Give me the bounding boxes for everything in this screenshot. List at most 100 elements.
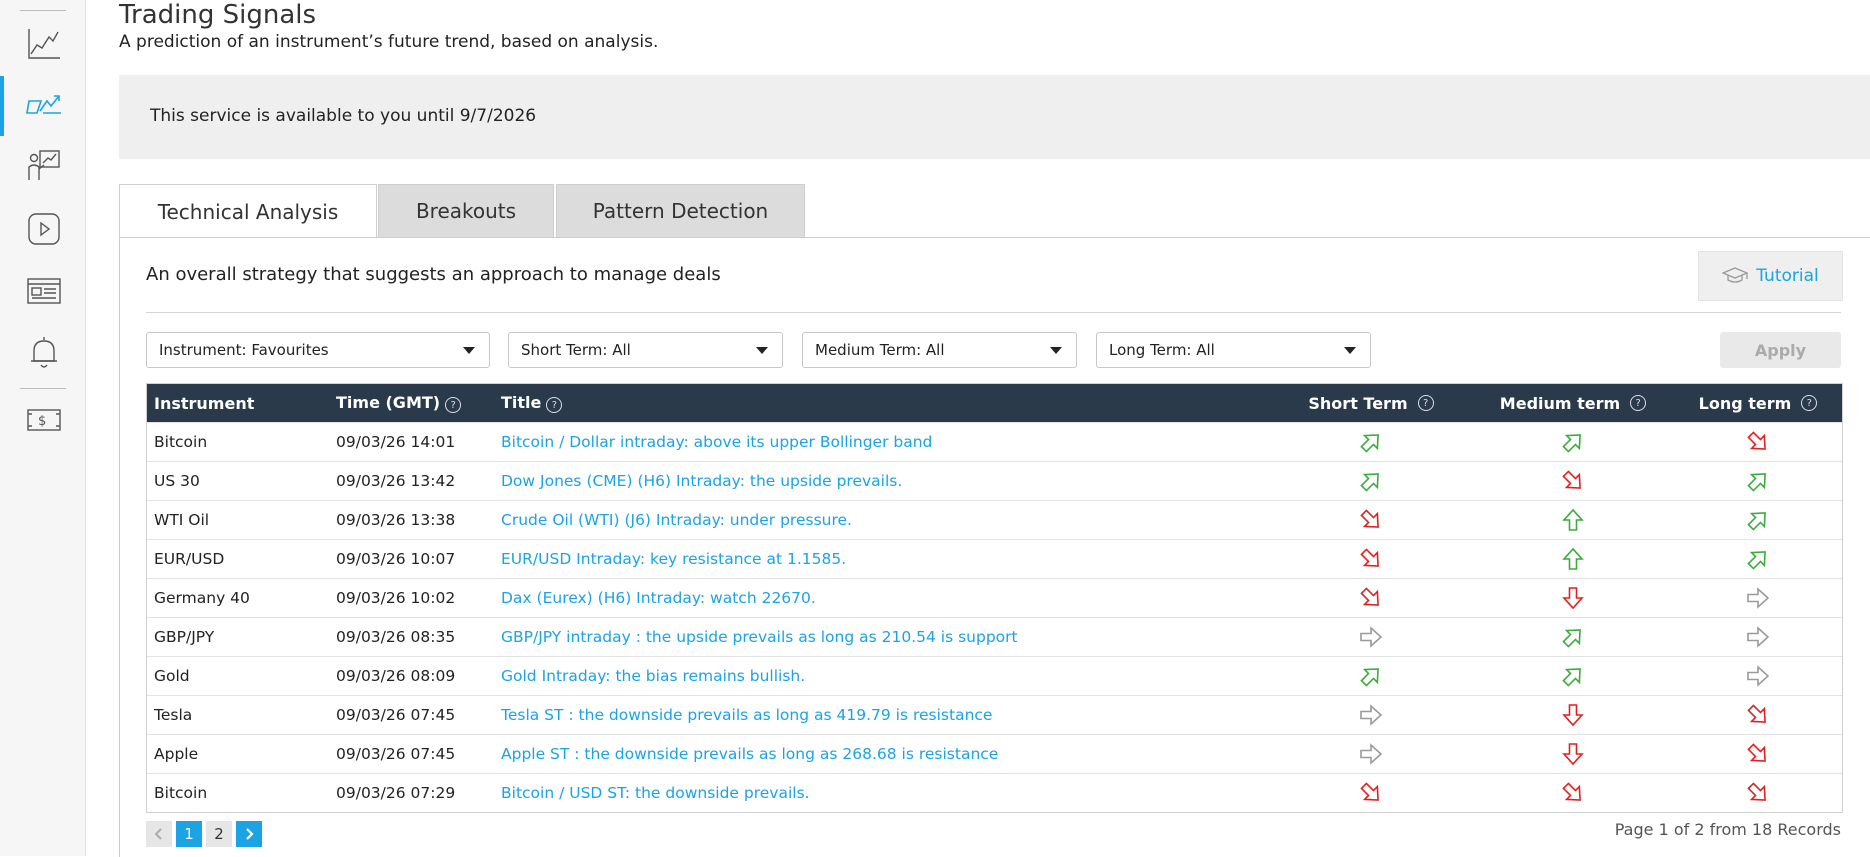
signal-title-link[interactable]: GBP/JPY intraday : the upside prevails a… xyxy=(501,628,1270,646)
short-term-up-right-arrow-icon xyxy=(1270,468,1472,494)
header-time[interactable]: Time (GMT)? xyxy=(336,393,501,414)
caret-down-icon xyxy=(463,347,475,354)
signal-title-link[interactable]: Crude Oil (WTI) (J6) Intraday: under pre… xyxy=(501,511,1270,529)
short-term-select[interactable]: Short Term: All xyxy=(508,332,783,368)
signal-title-link[interactable]: Dow Jones (CME) (H6) Intraday: the upsid… xyxy=(501,472,1270,490)
table-row[interactable]: Bitcoin 09/03/26 14:01 Bitcoin / Dollar in… xyxy=(147,422,1842,461)
svg-text:$: $ xyxy=(38,414,46,429)
section-divider xyxy=(146,312,1841,313)
header-long-term[interactable]: Long term? xyxy=(1674,394,1842,413)
long-term-select[interactable]: Long Term: All xyxy=(1096,332,1371,368)
table-row[interactable]: US 30 09/03/26 13:42 Dow Jones (CME) (H6) … xyxy=(147,461,1842,500)
cell-time: 09/03/26 07:29 xyxy=(336,784,456,802)
money-icon[interactable]: $ xyxy=(24,400,64,440)
prev-page-button[interactable] xyxy=(146,821,172,847)
tab-breakouts[interactable]: Breakouts xyxy=(378,184,554,238)
short-term-down-right-arrow-icon xyxy=(1270,585,1472,611)
medium-term-select[interactable]: Medium Term: All xyxy=(802,332,1077,368)
bell-icon[interactable] xyxy=(24,333,64,373)
caret-down-icon xyxy=(756,347,768,354)
rail-divider xyxy=(20,388,66,389)
table-row[interactable]: Gold 09/03/26 08:09 Gold Intraday: the bia… xyxy=(147,656,1842,695)
help-icon[interactable]: ? xyxy=(445,397,462,414)
cell-time: 09/03/26 08:09 xyxy=(336,667,456,685)
strategy-description: An overall strategy that suggests an app… xyxy=(146,264,721,285)
long-term-up-right-arrow-icon xyxy=(1674,507,1842,533)
cell-instrument: WTI Oil xyxy=(154,511,210,529)
graduation-cap-icon xyxy=(1722,267,1749,283)
medium-term-up-right-arrow-icon xyxy=(1472,429,1674,455)
cell-instrument: US 30 xyxy=(154,472,200,490)
video-play-icon[interactable] xyxy=(24,209,64,249)
table-row[interactable]: Germany 40 09/03/26 10:02 Dax (Eurex) (H6)… xyxy=(147,578,1842,617)
left-nav-rail: $ xyxy=(0,0,86,856)
page-button-2[interactable]: 2 xyxy=(206,821,232,847)
signal-title-link[interactable]: Apple ST : the downside prevails as long… xyxy=(501,745,1270,763)
cell-time: 09/03/26 13:42 xyxy=(336,472,456,490)
long-term-down-right-arrow-icon xyxy=(1674,702,1842,728)
chevron-left-icon xyxy=(154,828,162,840)
tutorial-button[interactable]: Tutorial xyxy=(1698,251,1843,301)
long-term-right-arrow-icon xyxy=(1674,663,1842,689)
tab-pattern-detection[interactable]: Pattern Detection xyxy=(556,184,805,238)
header-instrument[interactable]: Instrument xyxy=(147,394,336,413)
header-instrument-label: Instrument xyxy=(154,393,255,413)
table-header: Instrument Time (GMT)? Title? Short Term… xyxy=(147,384,1842,422)
medium-term-down-right-arrow-icon xyxy=(1472,468,1674,494)
table-row[interactable]: Bitcoin 09/03/26 07:29 Bitcoin / USD ST: t… xyxy=(147,773,1842,812)
long-term-right-arrow-icon xyxy=(1674,585,1842,611)
help-icon[interactable]: ? xyxy=(1417,395,1434,411)
presenter-chart-icon[interactable] xyxy=(24,146,64,186)
help-icon[interactable]: ? xyxy=(1630,395,1647,411)
signal-title-link[interactable]: Bitcoin / Dollar intraday: above its upp… xyxy=(501,433,1270,451)
long-term-right-arrow-icon xyxy=(1674,624,1842,650)
help-icon[interactable]: ? xyxy=(1801,395,1818,411)
cell-time: 09/03/26 13:38 xyxy=(336,511,456,529)
table-row[interactable]: Tesla 09/03/26 07:45 Tesla ST : the downsi… xyxy=(147,695,1842,734)
cell-instrument: Bitcoin xyxy=(154,784,208,802)
tutorial-label: Tutorial xyxy=(1756,266,1819,286)
short-term-up-right-arrow-icon xyxy=(1270,429,1472,455)
medium-term-down-arrow-icon xyxy=(1472,702,1674,728)
cell-instrument: Apple xyxy=(154,745,199,763)
header-short-term[interactable]: Short Term? xyxy=(1270,394,1472,413)
active-indicator xyxy=(0,76,4,136)
table-row[interactable]: Apple 09/03/26 07:45 Apple ST : the downsi… xyxy=(147,734,1842,773)
signal-title-link[interactable]: Gold Intraday: the bias remains bullish. xyxy=(501,667,1270,685)
news-icon[interactable] xyxy=(24,271,64,311)
medium-term-down-right-arrow-icon xyxy=(1472,780,1674,806)
signals-table: Instrument Time (GMT)? Title? Short Term… xyxy=(146,383,1843,813)
table-row[interactable]: WTI Oil 09/03/26 13:38 Crude Oil (WTI) (J6… xyxy=(147,500,1842,539)
page-subtitle: A prediction of an instrument’s future t… xyxy=(119,32,659,52)
long-term-up-right-arrow-icon xyxy=(1674,546,1842,572)
short-term-down-right-arrow-icon xyxy=(1270,546,1472,572)
page-title: Trading Signals xyxy=(119,0,317,30)
trading-signals-icon[interactable] xyxy=(24,86,64,126)
caret-down-icon xyxy=(1344,347,1356,354)
short-term-right-arrow-icon xyxy=(1270,624,1472,650)
signal-title-link[interactable]: EUR/USD Intraday: key resistance at 1.15… xyxy=(501,550,1270,568)
service-notice: This service is available to you until 9… xyxy=(119,75,1870,159)
table-row[interactable]: EUR/USD 09/03/26 10:07 EUR/USD Intraday: k… xyxy=(147,539,1842,578)
header-short-term-label: Short Term xyxy=(1308,393,1408,413)
signal-title-link[interactable]: Bitcoin / USD ST: the downside prevails. xyxy=(501,784,1270,802)
table-row[interactable]: GBP/JPY 09/03/26 08:35 GBP/JPY intraday : … xyxy=(147,617,1842,656)
long-term-down-right-arrow-icon xyxy=(1674,780,1842,806)
short-term-up-right-arrow-icon xyxy=(1270,663,1472,689)
instrument-select[interactable]: Instrument: Favourites xyxy=(146,332,490,368)
header-title[interactable]: Title? xyxy=(501,393,1270,414)
cell-time: 09/03/26 07:45 xyxy=(336,745,456,763)
rail-divider xyxy=(20,10,66,11)
page-button-1[interactable]: 1 xyxy=(176,821,202,847)
signal-title-link[interactable]: Tesla ST : the downside prevails as long… xyxy=(501,706,1270,724)
next-page-button[interactable] xyxy=(236,821,262,847)
medium-term-up-arrow-icon xyxy=(1472,507,1674,533)
header-medium-term[interactable]: Medium term? xyxy=(1472,394,1674,413)
cell-time: 09/03/26 10:02 xyxy=(336,589,456,607)
signal-title-link[interactable]: Dax (Eurex) (H6) Intraday: watch 22670. xyxy=(501,589,1270,607)
medium-term-down-arrow-icon xyxy=(1472,741,1674,767)
tab-technical-analysis[interactable]: Technical Analysis xyxy=(119,184,377,240)
chart-icon[interactable] xyxy=(24,24,64,64)
apply-button[interactable]: Apply xyxy=(1720,332,1841,368)
help-icon[interactable]: ? xyxy=(546,397,563,414)
